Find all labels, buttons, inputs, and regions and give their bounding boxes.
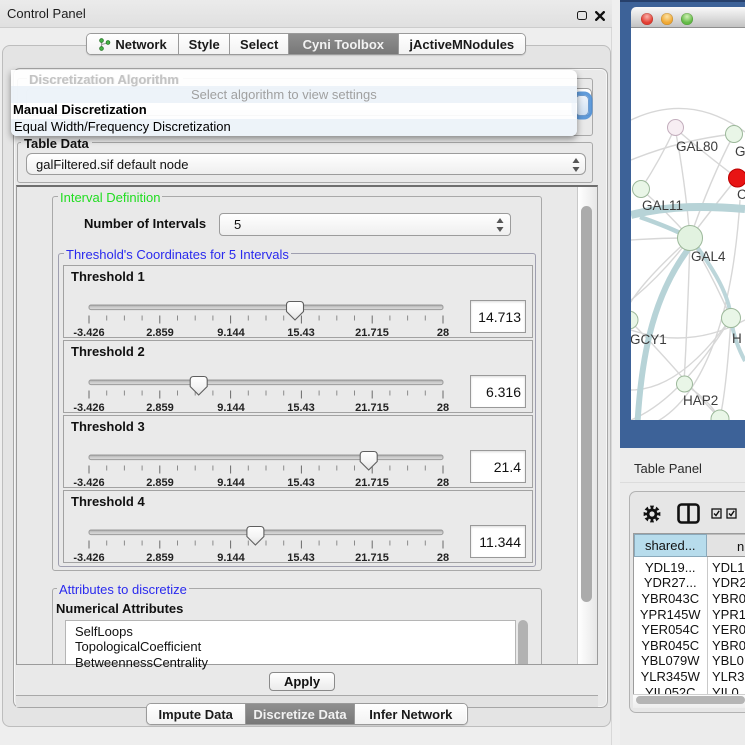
svg-text:HAP2: HAP2 [683,393,718,408]
svg-text:C: C [737,187,745,202]
svg-text:GCY1: GCY1 [631,332,667,347]
svg-text:GAL11: GAL11 [642,198,683,213]
svg-text:G: G [735,144,745,159]
svg-text:GAL80: GAL80 [676,139,718,154]
svg-text:H: H [732,331,742,346]
svg-text:GAL4: GAL4 [691,249,726,264]
